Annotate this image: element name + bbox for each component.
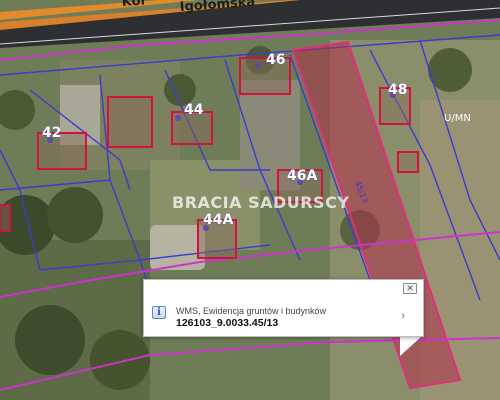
chevron-right-icon[interactable]: › xyxy=(401,310,405,322)
info-icon: i xyxy=(152,306,166,319)
map-canvas[interactable]: Igołomska Kor 45/13 42 44 46 48 46A 44A … xyxy=(0,0,500,400)
watermark: BRACIA SADURSCY xyxy=(172,193,349,212)
parcel-identifier: 126103_9.0033.45/13 xyxy=(176,317,279,329)
address-number: 46A xyxy=(287,168,317,184)
layer-name: WMS, Ewidencja gruntów i budynków xyxy=(176,306,327,316)
address-number: 42 xyxy=(42,125,61,141)
close-button[interactable]: ✕ xyxy=(403,283,417,294)
address-number: 44 xyxy=(184,102,204,118)
address-number: 46 xyxy=(266,52,285,68)
popup-pointer xyxy=(400,336,422,356)
feature-result-row[interactable]: i WMS, Ewidencja gruntów i budynków 1261… xyxy=(152,303,415,329)
zone-label: U/MN xyxy=(444,113,471,124)
address-number: 44A xyxy=(203,212,233,228)
feature-info-popup: ✕ i WMS, Ewidencja gruntów i budynków 12… xyxy=(143,279,424,337)
address-number: 48 xyxy=(388,82,407,98)
